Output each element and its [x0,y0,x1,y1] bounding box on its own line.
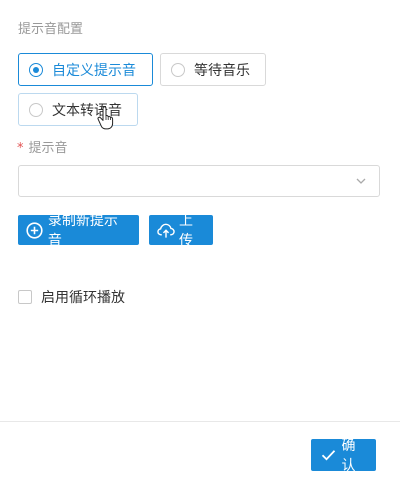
radio-option-text-to-speech[interactable]: 文本转语音 [18,93,138,126]
radio-button-icon [29,62,43,77]
upload-button[interactable]: 上传 [149,213,213,249]
tone-select[interactable] [18,165,380,197]
section-title: 提示音配置 [18,22,84,37]
loop-playback-checkbox[interactable] [18,290,32,304]
check-icon [320,446,336,464]
confirm-button[interactable]: 确认 [311,438,376,474]
radio-label: 等待音乐 [194,62,250,79]
tone-field-label-text: 提示音 [28,141,68,156]
radio-button-icon [29,102,43,117]
radio-option-custom-tone[interactable]: 自定义提示音 [18,53,153,86]
cloud-upload-icon [157,221,175,239]
required-marker: * [17,141,24,156]
upload-label: 上传 [179,213,193,249]
confirm-label: 确认 [341,438,356,474]
plus-circle-icon [26,221,44,239]
chevron-down-icon [356,178,366,184]
radio-label: 自定义提示音 [52,62,136,79]
record-new-tone-button[interactable]: 录制新提示音 [18,213,139,249]
radio-button-icon [171,62,185,77]
footer-divider [0,421,400,422]
loop-playback-checkbox-row[interactable]: 启用循环播放 [18,287,125,307]
tone-field-label: * 提示音 [17,140,68,158]
radio-option-waiting-music[interactable]: 等待音乐 [160,53,266,86]
record-new-tone-label: 录制新提示音 [47,213,118,249]
hand-pointer-cursor-icon [97,106,114,130]
loop-playback-label: 启用循环播放 [41,290,125,306]
